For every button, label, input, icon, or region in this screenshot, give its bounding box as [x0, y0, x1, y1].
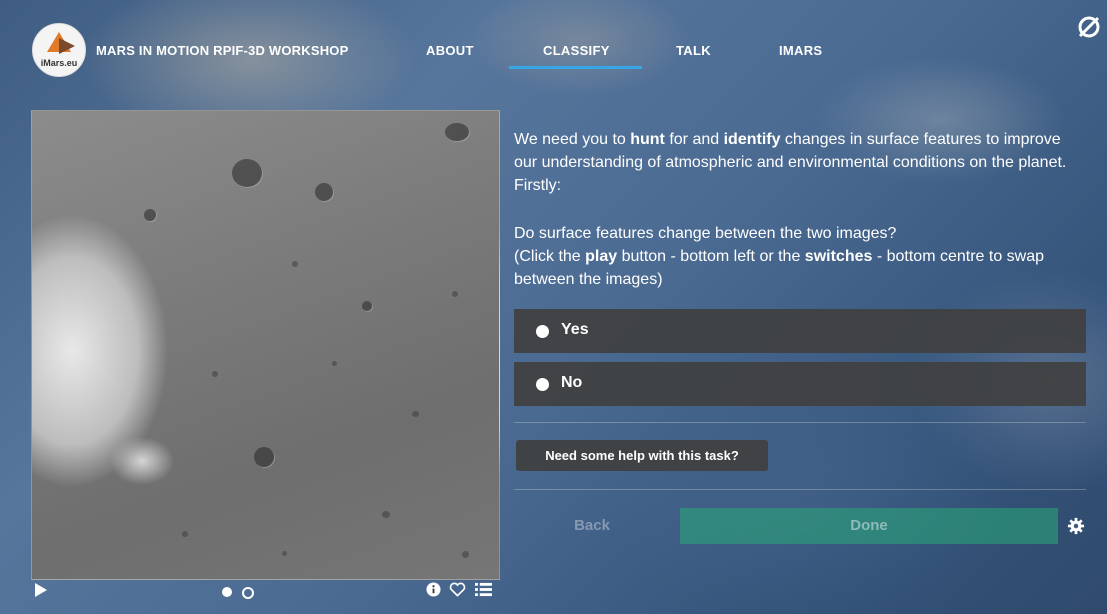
question-text: button - bottom left or the: [617, 248, 805, 265]
frame-switch-2[interactable]: [242, 587, 254, 599]
answer-label: Yes: [561, 321, 589, 338]
question-line-1: Do surface features change between the t…: [514, 225, 897, 242]
image-controls: [31, 578, 498, 606]
question-text: (Click the: [514, 248, 586, 265]
logo-text: iMars.eu: [40, 58, 78, 68]
surface-speck: [382, 511, 390, 518]
heart-icon[interactable]: [449, 582, 466, 597]
instruction-emphasis: identify: [723, 131, 781, 148]
frame-switch-1[interactable]: [222, 587, 232, 597]
surface-speck: [452, 291, 458, 297]
surface-speck: [282, 551, 287, 556]
crater: [315, 183, 333, 201]
surface-speck: [332, 361, 337, 366]
nav-talk[interactable]: TALK: [676, 43, 711, 58]
crater: [232, 159, 262, 187]
surface-speck: [182, 531, 188, 537]
imars-logo[interactable]: iMars.eu: [32, 23, 86, 77]
crater: [254, 447, 274, 467]
surface-speck: [212, 371, 218, 377]
info-icon[interactable]: [426, 582, 441, 597]
answer-no[interactable]: No: [514, 362, 1086, 406]
done-button[interactable]: Done: [680, 508, 1058, 544]
radio-icon[interactable]: [536, 378, 549, 391]
task-question: Do surface features change between the t…: [514, 222, 1074, 291]
back-button[interactable]: Back: [515, 508, 669, 544]
question-emphasis: play: [585, 248, 618, 265]
list-icon[interactable]: [475, 582, 492, 597]
crater: [362, 301, 372, 311]
gear-icon[interactable]: [1067, 517, 1085, 535]
instruction-text: for and: [664, 131, 724, 148]
nav-about[interactable]: ABOUT: [426, 43, 474, 58]
nav-classify[interactable]: CLASSIFY: [543, 43, 610, 58]
divider: [514, 489, 1086, 490]
radio-icon[interactable]: [536, 325, 549, 338]
divider: [514, 422, 1086, 423]
task-instructions: We need you to hunt for and identify cha…: [514, 128, 1074, 197]
subject-image[interactable]: [31, 110, 500, 580]
nav-imars[interactable]: IMARS: [779, 43, 822, 58]
crater: [144, 209, 156, 221]
instruction-text: We need you to: [514, 131, 631, 148]
project-title[interactable]: MARS IN MOTION RPIF-3D WORKSHOP: [96, 43, 348, 58]
help-button[interactable]: Need some help with this task?: [516, 440, 768, 471]
question-emphasis: switches: [804, 248, 873, 265]
question-line-2: (Click the play button - bottom left or …: [514, 245, 1074, 291]
nav-active-indicator: [509, 66, 642, 69]
surface-speck: [412, 411, 419, 417]
no-symbol-icon[interactable]: [1076, 14, 1102, 40]
answer-yes[interactable]: Yes: [514, 309, 1086, 353]
play-icon[interactable]: [35, 583, 47, 597]
top-navigation: iMars.eu MARS IN MOTION RPIF-3D WORKSHOP…: [0, 10, 1107, 90]
instruction-emphasis: hunt: [630, 131, 665, 148]
crater: [445, 123, 469, 141]
logo-arrow-shape: [59, 38, 75, 54]
surface-speck: [462, 551, 469, 558]
answer-label: No: [561, 374, 583, 391]
surface-speck: [292, 261, 298, 267]
